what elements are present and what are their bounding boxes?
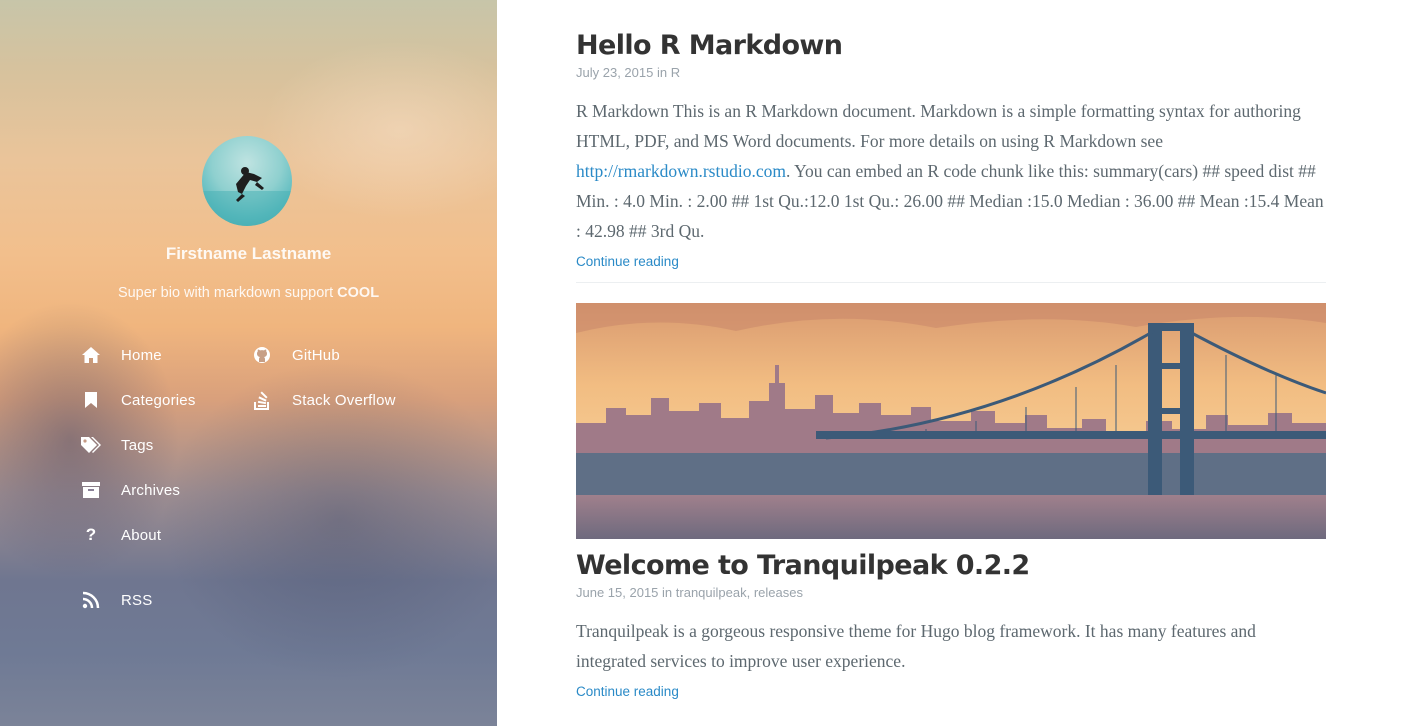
bookmark-icon [80, 389, 102, 411]
post-thumbnail-image[interactable] [576, 303, 1326, 539]
nav-tags[interactable]: Tags [80, 434, 154, 456]
post-title[interactable]: Hello R Markdown [576, 31, 1326, 61]
continue-reading-link[interactable]: Continue reading [576, 254, 679, 269]
nav-label: Categories [121, 391, 196, 409]
link-label: Stack Overflow [292, 391, 396, 409]
bridge-skyline-image [576, 303, 1326, 539]
post-excerpt: Tranquilpeak is a gorgeous responsive th… [576, 620, 1256, 671]
home-icon [80, 344, 102, 366]
post-meta: June 15, 2015 in tranquilpeak, releases [576, 585, 1326, 600]
post-excerpt: R Markdown This is an R Markdown documen… [576, 96, 1326, 246]
post-date: June 15, 2015 [576, 584, 659, 600]
author-bio: Super bio with markdown support COOL [0, 285, 497, 301]
nav-label: RSS [121, 591, 153, 609]
bio-bold-text: COOL [337, 285, 380, 301]
excerpt-link[interactable]: http://rmarkdown.rstudio.com [576, 161, 786, 181]
nav-label: About [121, 526, 162, 544]
post-meta-in: in [656, 64, 668, 80]
rss-icon [80, 589, 102, 611]
nav-label: Tags [121, 436, 154, 454]
nav-categories[interactable]: Categories [80, 389, 196, 411]
nav-rss[interactable]: RSS [80, 589, 152, 611]
post-meta-in: in [662, 584, 673, 600]
post-date: July 23, 2015 [576, 64, 654, 80]
nav-home[interactable]: Home [80, 344, 162, 366]
excerpt-text: R Markdown This is an R Markdown documen… [576, 100, 1301, 151]
post-category-link[interactable]: tranquilpeak [676, 585, 747, 600]
sidebar: Firstname Lastname Super bio with markdo… [0, 0, 497, 726]
post-divider [576, 282, 1326, 283]
post-title[interactable]: Welcome to Tranquilpeak 0.2.2 [576, 551, 1326, 581]
stack-overflow-icon [251, 389, 273, 411]
link-label: GitHub [292, 346, 340, 364]
archive-icon [80, 479, 102, 501]
post-category-link[interactable]: releases [754, 585, 803, 600]
post-meta: July 23, 2015 in R [576, 65, 1326, 80]
nav-about[interactable]: ? About [80, 524, 161, 546]
continue-reading-link[interactable]: Continue reading [576, 684, 679, 699]
nav-label: Archives [121, 481, 181, 499]
link-github[interactable]: GitHub [251, 344, 340, 366]
tags-icon [80, 434, 102, 456]
nav-label: Home [121, 346, 162, 364]
category-separator: , [746, 584, 754, 600]
nav-archives[interactable]: Archives [80, 479, 180, 501]
post-category-link[interactable]: R [671, 65, 680, 80]
post-welcome-tranquilpeak: Welcome to Tranquilpeak 0.2.2 June 15, 2… [576, 551, 1326, 701]
jumping-person-image [202, 167, 292, 226]
github-icon [251, 344, 273, 366]
background-blur [260, 40, 497, 220]
bio-text: Super bio with markdown support [117, 285, 338, 301]
post-hello-r-markdown: Hello R Markdown July 23, 2015 in R R Ma… [576, 31, 1326, 271]
question-icon: ? [85, 525, 97, 544]
author-name[interactable]: Firstname Lastname [0, 244, 497, 264]
link-stack-overflow[interactable]: Stack Overflow [251, 389, 396, 411]
avatar[interactable] [202, 136, 292, 226]
